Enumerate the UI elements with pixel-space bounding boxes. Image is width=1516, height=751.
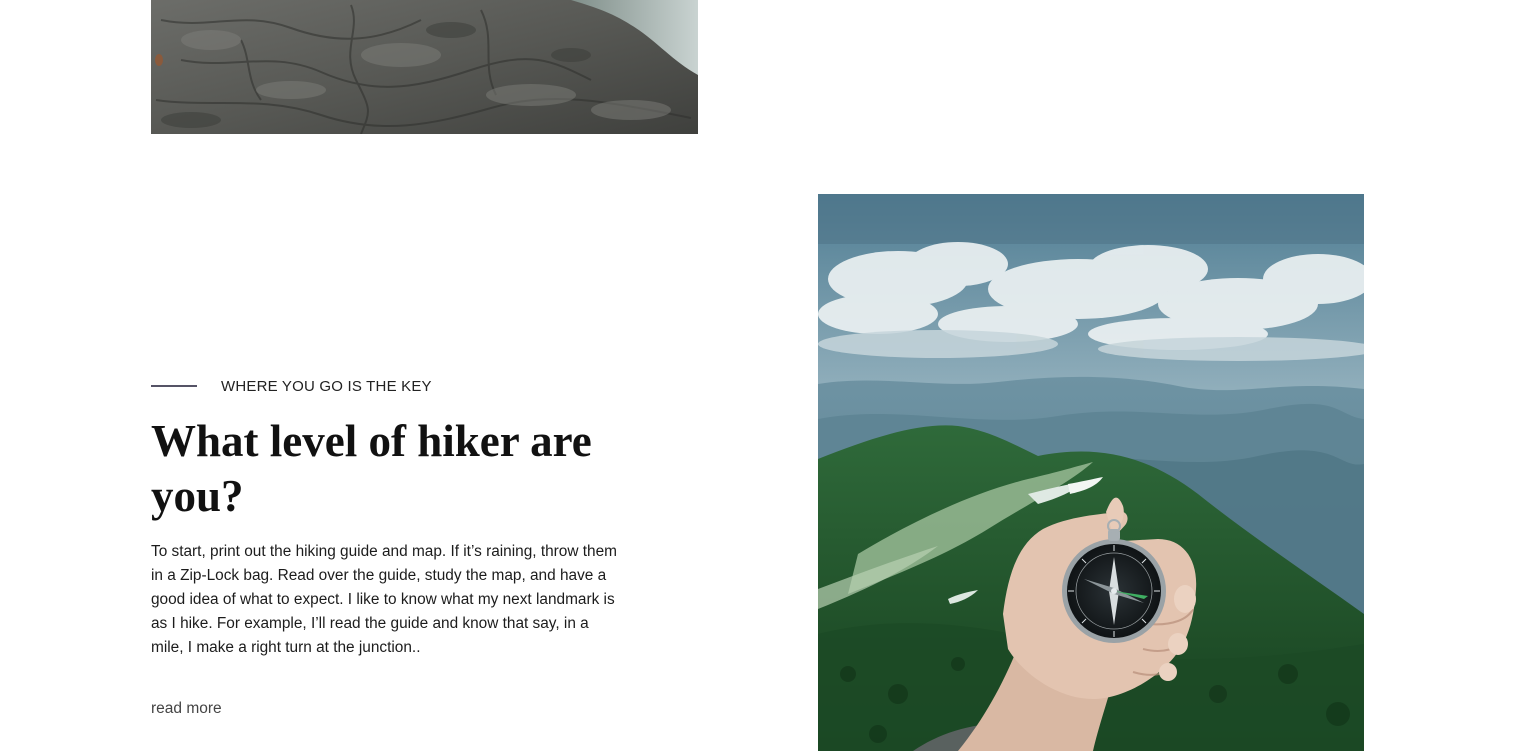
compass-mountain-image: [818, 194, 1364, 751]
rock-cliff-image: [151, 0, 698, 134]
feature-title: What level of hiker are you?: [151, 416, 592, 521]
section-eyebrow: WHERE YOU GO IS THE KEY: [151, 375, 432, 397]
eyebrow-label: WHERE YOU GO IS THE KEY: [221, 377, 432, 395]
feature-body: To start, print out the hiking guide and…: [151, 543, 617, 656]
page: WHERE YOU GO IS THE KEY What level of hi…: [0, 0, 1516, 751]
read-more-link[interactable]: read more: [151, 700, 222, 718]
eyebrow-divider-line: [151, 385, 197, 387]
